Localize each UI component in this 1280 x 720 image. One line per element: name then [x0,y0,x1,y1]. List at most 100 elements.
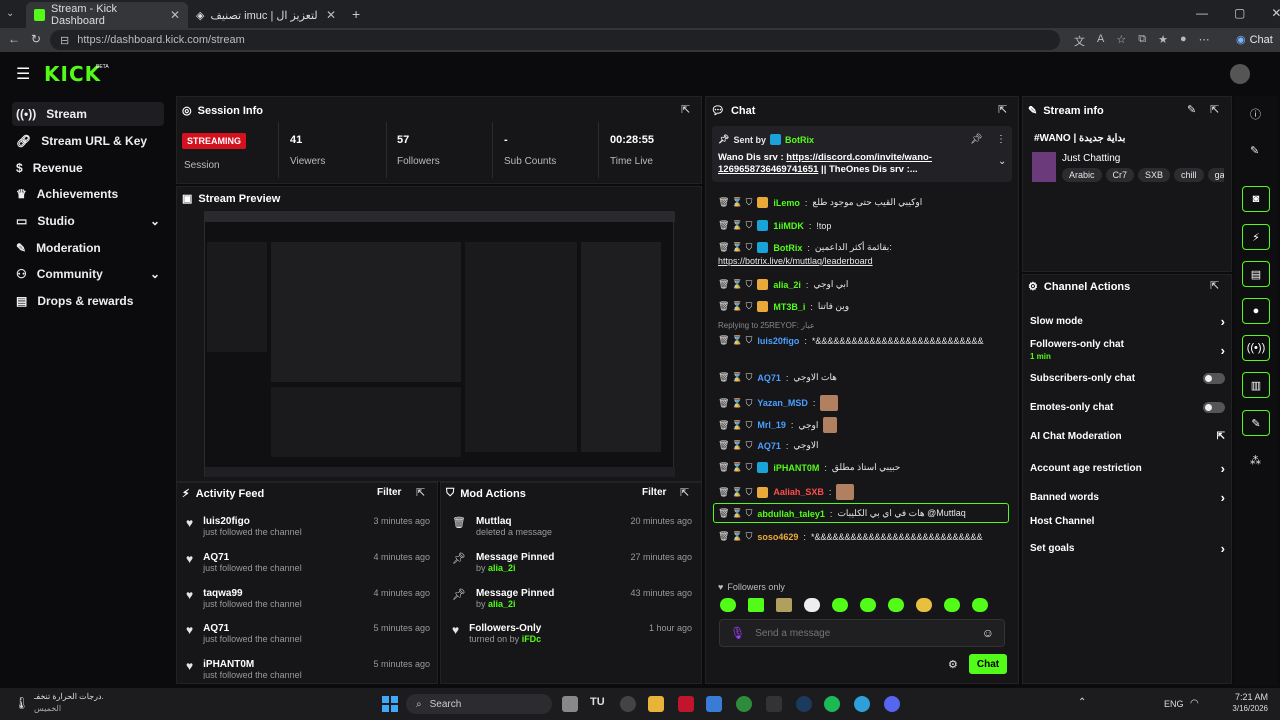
mod-filter-button[interactable]: Filter [642,487,666,498]
new-tab-icon[interactable]: + [352,6,360,22]
popout-icon[interactable]: ⇱ [681,103,690,116]
share-icon[interactable]: ⁂ [1250,454,1261,467]
profile-avatar[interactable]: ● [1180,33,1187,49]
weather-icon[interactable]: 🌡︎ [14,696,29,710]
tag-chip[interactable]: Arabic [1062,168,1102,182]
url-bar[interactable]: ⊟ https://dashboard.kick.com/stream [50,30,1060,50]
action-followers-only-chat[interactable]: Followers-only chat 1 min › [1030,339,1225,361]
wifi-icon[interactable]: ◠ [1190,698,1199,709]
chevron-down-icon[interactable]: ⌄ [998,156,1006,167]
pinned-user[interactable]: BotRix [785,135,814,145]
emote-icon[interactable] [748,598,764,612]
chat-username[interactable]: MT3B_i [773,302,805,312]
edge-icon[interactable] [854,696,870,712]
rail-document-button[interactable]: ▤ [1242,261,1270,287]
chat-username[interactable]: soso4629 [757,532,798,542]
tag-chip[interactable]: ga [1207,168,1224,182]
activity-item[interactable]: ♥ luis20figo just followed the channel 3 … [186,516,430,537]
sidebar-item-community[interactable]: ⚇ Community ⌄ [12,262,164,286]
chat-message[interactable]: 🗑︎ ⌛ ⛉ Yazan_MSD: [718,395,1018,411]
chat-message[interactable]: 🗑︎ ⌛ ⛉ alia_2i: ابي اوجي [718,279,1018,290]
chat-input-box[interactable]: 🎙︎ ☺ [719,619,1005,647]
copilot-chat-button[interactable]: ◉ Chat [1236,33,1273,47]
info-icon[interactable]: ⓘ [1250,106,1261,122]
emote-icon[interactable] [916,598,932,612]
extensions-icon[interactable]: ⧉ [1138,33,1146,49]
language-indicator[interactable]: ENG [1164,699,1184,709]
emote-icon[interactable] [804,598,820,612]
user-avatar[interactable] [1230,64,1250,84]
action-ai-chat-moderation[interactable]: AI Chat Moderation ⇱ [1030,431,1225,442]
send-chat-button[interactable]: Chat [969,654,1007,674]
chat-message[interactable]: 🗑︎ ⌛ ⛉ BotRix: بقائمة أكثر الداعمين: [718,242,1018,253]
sidebar-item-moderation[interactable]: ✎ Moderation [12,236,164,260]
emote-icon[interactable] [972,598,988,612]
rail-layout-button[interactable]: ▥ [1242,372,1270,398]
tray-chevron-up-icon[interactable]: ⌃ [1078,697,1086,708]
tag-chip[interactable]: SXB [1138,168,1171,182]
task-view-icon[interactable] [562,696,578,712]
popout-icon[interactable]: ⇱ [998,103,1007,116]
emote-icon[interactable] [888,598,904,612]
discord-icon[interactable] [884,696,900,712]
chat-username[interactable]: abdullah_taley1 [757,509,825,519]
action-banned-words[interactable]: Banned words › [1030,490,1225,505]
taskbar-app-icon[interactable] [620,696,636,712]
activity-item[interactable]: ♥ AQ71 just followed the channel 4 minute… [186,552,430,573]
chat-username[interactable]: iLemo [773,198,800,208]
category-name[interactable]: Just Chatting [1062,153,1120,164]
popout-icon[interactable]: ⇱ [416,486,425,499]
sidebar-item-stream-url-key[interactable]: 🔗︎ Stream URL & Key [12,129,164,153]
close-window-icon[interactable]: ✕ [1271,6,1280,20]
epic-games-icon[interactable] [766,696,782,712]
chat-username[interactable]: BotRix [773,243,802,253]
tab-list-icon[interactable]: ⌄ [6,8,14,19]
mod-action-item[interactable]: 📌︎ Message Pinned by alia_2i 43 minutes a… [452,588,692,609]
rail-broadcast-button[interactable]: ((•)) [1242,335,1270,361]
action-emotes-only-chat[interactable]: Emotes-only chat [1030,402,1225,413]
action-account-age-restriction[interactable]: Account age restriction › [1030,461,1225,476]
chat-message[interactable]: 🗑︎ ⌛ ⛉ 1iiMDK: !top [718,220,1018,231]
menu-icon[interactable]: ☰ [16,64,30,84]
action-host-channel[interactable]: Host Channel [1030,516,1225,527]
maximize-icon[interactable]: ▢ [1234,6,1245,20]
favorites-bar-icon[interactable]: ★ [1158,33,1168,49]
more-icon[interactable]: ⋮ [996,134,1006,145]
read-aloud-icon[interactable]: A [1097,33,1104,49]
chat-message[interactable]: 🗑︎ ⌛ ⛉ soso4629: *&&&&&&&&&&&&&&&&&&&&&&&&… [718,531,1018,542]
chat-message-input[interactable] [755,627,972,639]
edit-stream-info-icon[interactable]: ✎ [1187,103,1196,116]
action-set-goals[interactable]: Set goals › [1030,541,1225,556]
close-tab-icon[interactable]: ✕ [326,8,336,22]
rail-camera-button[interactable]: ◙ [1242,186,1270,212]
chat-message[interactable]: 🗑︎ ⌛ ⛉ luis20figo: *&&&&&&&&&&&&&&&&&&&&&&… [718,335,1018,346]
mod-action-item[interactable]: 🗑︎ Muttlaq deleted a message 20 minutes a… [452,516,692,537]
xbox-icon[interactable] [736,696,752,712]
back-icon[interactable]: ← [8,32,20,46]
popout-icon[interactable]: ⇱ [1210,103,1219,116]
sidebar-item-drops-rewards[interactable]: ▤ Drops & rewards [12,289,164,313]
clock-date[interactable]: 3/16/2026 [1222,704,1268,713]
taskbar-app-icon[interactable]: TU [590,696,605,708]
tab-kick-dashboard[interactable]: Stream - Kick Dashboard ✕ [26,2,188,28]
activity-item[interactable]: ♥ iPHANT0M just followed the channel 5 mi… [186,659,430,679]
sidebar-item-stream[interactable]: ((•)) Stream [12,102,164,126]
rail-chat-button[interactable]: ● [1242,298,1270,324]
chat-message[interactable]: 🗑︎ ⌛ ⛉ abdullah_taley1: هات في اي بي الكلي… [718,508,1018,519]
close-tab-icon[interactable]: ✕ [170,8,180,22]
unpin-icon[interactable]: 📌︎ [970,134,983,145]
tag-chip[interactable]: chill [1174,168,1204,182]
reload-icon[interactable]: ↻ [31,32,41,46]
chat-username[interactable]: Mrl_19 [757,420,786,430]
chat-username[interactable]: alia_2i [773,280,801,290]
emote-icon[interactable] [720,598,736,612]
windows-start-icon[interactable] [382,696,398,712]
stream-preview-video[interactable] [204,211,675,477]
steam-icon[interactable] [796,696,812,712]
mic-icon[interactable]: 🎙︎ [730,626,745,640]
chat-username[interactable]: iPHANT0M [773,463,819,473]
translate-icon[interactable]: 文 [1074,33,1085,49]
activity-item[interactable]: ♥ taqwa99 just followed the channel 4 min… [186,588,430,609]
activity-item[interactable]: ♥ AQ71 just followed the channel 5 minute… [186,623,430,644]
action-slow-mode[interactable]: Slow mode › [1030,314,1225,329]
